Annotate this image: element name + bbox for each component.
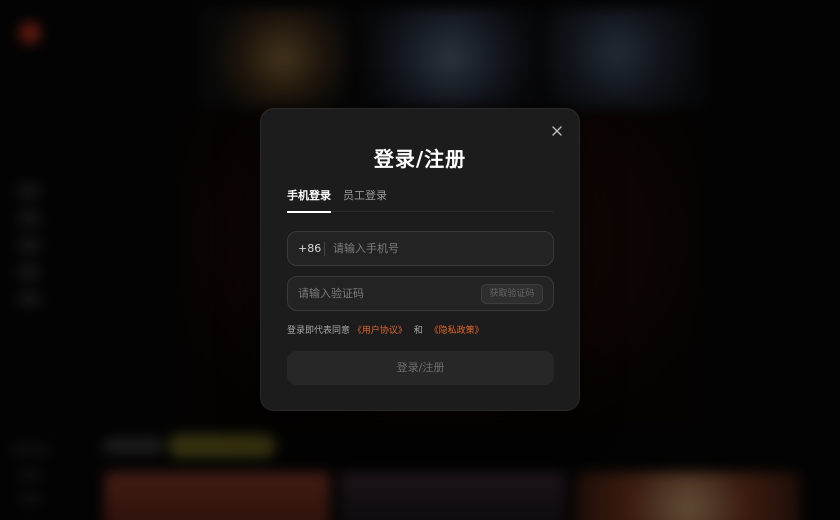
user-agreement-link[interactable]: 《用户协议》 <box>353 326 407 336</box>
agreement-prefix: 登录即代表同意 <box>287 326 351 336</box>
prefix-divider <box>324 242 325 256</box>
agreement-text: 登录即代表同意 《用户协议》 和 《隐私政策》 <box>287 323 484 336</box>
country-code-prefix[interactable]: +86 <box>298 232 321 265</box>
login-submit-button[interactable]: 登录/注册 <box>287 351 554 385</box>
phone-field: +86 <box>287 231 554 266</box>
modal-title: 登录/注册 <box>373 147 467 171</box>
login-tabs: 手机登录 员工登录 <box>287 188 553 213</box>
login-modal: 登录/注册 手机登录 员工登录 +86 获取验证码 登录即代表同意 《用户协议》… <box>260 108 580 411</box>
tab-staff-login[interactable]: 员工登录 <box>343 188 387 212</box>
agreement-conjunction: 和 <box>413 326 423 336</box>
phone-input[interactable] <box>333 232 543 265</box>
privacy-policy-link[interactable]: 《隐私政策》 <box>430 326 484 336</box>
app-stage: 登录/注册 手机登录 员工登录 +86 获取验证码 登录即代表同意 《用户协议》… <box>0 0 840 520</box>
tab-phone-login[interactable]: 手机登录 <box>287 188 331 213</box>
verification-code-input[interactable] <box>298 277 468 310</box>
get-code-button[interactable]: 获取验证码 <box>481 284 543 304</box>
verification-code-field: 获取验证码 <box>287 276 554 311</box>
close-icon[interactable] <box>549 123 565 139</box>
